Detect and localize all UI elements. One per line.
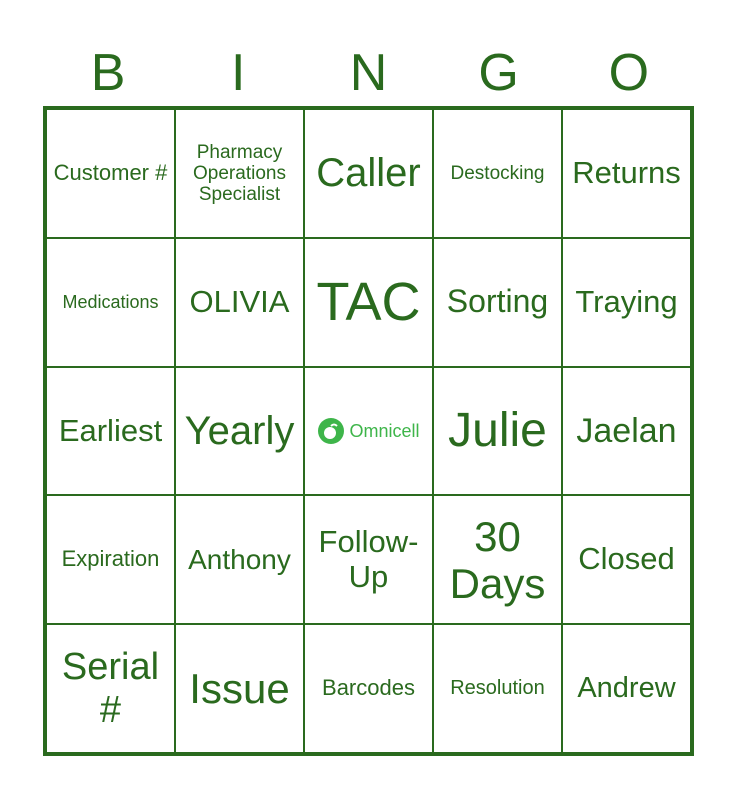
bingo-cell[interactable]: Andrew xyxy=(562,624,691,753)
header-letter-o: O xyxy=(608,44,650,102)
logo-text: Omnicell xyxy=(349,420,420,441)
bingo-cell[interactable]: Destocking xyxy=(433,109,562,238)
bingo-cell[interactable]: Resolution xyxy=(433,624,562,753)
omnicell-logo-icon xyxy=(318,417,345,444)
bingo-cell[interactable]: Caller xyxy=(304,109,433,238)
bingo-cell[interactable]: Issue xyxy=(175,624,304,753)
cell-text: Andrew xyxy=(577,672,676,705)
cell-text: Pharmacy Operations Specialist xyxy=(193,141,286,206)
cell-text: Barcodes xyxy=(322,675,415,701)
bingo-cell[interactable]: Earliest xyxy=(46,366,175,496)
bingo-cell[interactable]: Pharmacy Operations Specialist xyxy=(175,109,304,238)
cell-text: Earliest xyxy=(58,412,163,448)
cell-text: OLIVIA xyxy=(189,283,290,319)
bingo-cell[interactable]: Expiration xyxy=(46,495,175,625)
cell-text: Follow-Up xyxy=(318,524,419,594)
bingo-cell[interactable]: Yearly xyxy=(175,366,304,496)
bingo-cell[interactable]: Follow-Up xyxy=(304,495,433,625)
cell-text: TAC xyxy=(316,271,421,332)
bingo-cell[interactable]: Sorting xyxy=(433,237,562,367)
bingo-cell[interactable]: TAC xyxy=(304,237,433,367)
bingo-cell[interactable]: Barcodes xyxy=(304,624,433,753)
bingo-cell[interactable]: Customer # xyxy=(46,109,175,238)
bingo-header: B I N G O xyxy=(43,44,694,102)
cell-text: Returns xyxy=(572,155,681,191)
cell-text: Serial # xyxy=(61,646,160,731)
cell-text: Traying xyxy=(575,283,678,319)
bingo-cell[interactable]: Traying xyxy=(562,237,691,367)
bingo-cell[interactable]: Closed xyxy=(562,495,691,625)
bingo-cell[interactable]: Anthony xyxy=(175,495,304,625)
bingo-cell[interactable]: Jaelan xyxy=(562,366,691,496)
cell-text: Medications xyxy=(62,292,159,313)
cell-text: Destocking xyxy=(450,162,545,184)
bingo-cell[interactable]: 30 Days xyxy=(433,495,562,625)
header-letter-b: B xyxy=(90,44,126,102)
bingo-cell[interactable]: Medications xyxy=(46,237,175,367)
bingo-cell[interactable]: Serial # xyxy=(46,624,175,753)
cell-text: Yearly xyxy=(184,408,295,453)
header-letter-n: N xyxy=(349,44,388,102)
cell-text: Closed xyxy=(578,541,675,577)
omnicell-logo: Omnicell xyxy=(317,417,420,445)
cell-text: Caller xyxy=(316,151,421,195)
header-letter-g: G xyxy=(478,44,519,102)
bingo-cell[interactable]: OLIVIA xyxy=(175,237,304,367)
cell-text: 30 Days xyxy=(449,512,546,607)
cell-text: Expiration xyxy=(61,546,160,572)
cell-text: Resolution xyxy=(450,677,545,700)
bingo-cell[interactable]: Returns xyxy=(562,109,691,238)
cell-text: Customer # xyxy=(53,160,168,186)
cell-text: Julie xyxy=(448,404,547,458)
cell-text: Jaelan xyxy=(576,411,677,450)
bingo-card: Customer # Pharmacy Operations Specialist… xyxy=(43,106,694,756)
cell-text: Sorting xyxy=(446,283,549,320)
cell-text: Issue xyxy=(189,665,290,713)
header-letter-i: I xyxy=(231,44,246,102)
cell-text: Anthony xyxy=(188,544,291,576)
free-space-cell[interactable]: Omnicell xyxy=(304,366,433,496)
bingo-cell[interactable]: Julie xyxy=(433,366,562,496)
